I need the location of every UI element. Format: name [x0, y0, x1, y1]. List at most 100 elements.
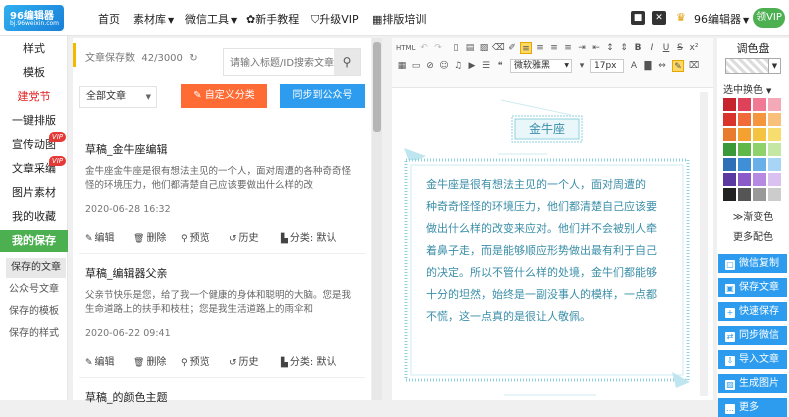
editor-scrollbar[interactable]	[700, 92, 708, 396]
color-swatch[interactable]	[738, 158, 751, 171]
color-swatch[interactable]	[738, 173, 751, 186]
category-action[interactable]: ▙ 分类: 默认	[281, 229, 336, 244]
color-swatch[interactable]	[768, 113, 781, 126]
get-vip-button[interactable]: 领VIP	[753, 8, 785, 28]
color-swatch[interactable]	[738, 143, 751, 156]
background-color-icon[interactable]: ▇	[642, 60, 654, 72]
close-box-icon[interactable]: ✕	[652, 11, 666, 25]
panel-scrollbar[interactable]	[372, 38, 382, 400]
nav-materials[interactable]: 素材库 ▼	[133, 11, 174, 27]
quote-icon[interactable]: ❝	[494, 60, 506, 72]
color-swatch[interactable]	[753, 98, 766, 111]
nav-upgrade-vip[interactable]: ⛉升级VIP	[311, 11, 359, 27]
edit-action[interactable]: ✎ 编辑	[85, 229, 115, 244]
color-swatch[interactable]	[723, 158, 736, 171]
video-icon[interactable]: ▶	[466, 60, 478, 72]
color-swatch[interactable]	[768, 98, 781, 111]
table-icon[interactable]: ▦	[396, 60, 408, 72]
gradient-color-link[interactable]: ≫渐变色	[717, 208, 789, 223]
new-doc-icon[interactable]: ▯	[450, 42, 462, 54]
texture-picker[interactable]	[725, 58, 769, 74]
color-swatch[interactable]	[753, 188, 766, 201]
custom-category-button[interactable]: ✎ 自定义分类	[181, 84, 267, 108]
color-swatch[interactable]	[738, 98, 751, 111]
color-swatch[interactable]	[753, 143, 766, 156]
edit-action[interactable]: ✎ 编辑	[85, 353, 115, 368]
divider-icon[interactable]: ▭	[410, 60, 422, 72]
preview-action[interactable]: ⚲ 预览	[181, 353, 210, 368]
sidebar-item-one-click-layout[interactable]: 一键排版	[0, 110, 68, 132]
user-menu[interactable]: 96编辑器 ▼	[694, 11, 749, 27]
sidebar-item-article-collect[interactable]: 文章采编 VIP	[0, 156, 68, 180]
format-painter-icon[interactable]: ✐	[506, 42, 518, 54]
article-card[interactable]: 草稿_金牛座编辑 金牛座金牛座是很有想法主见的一个人，面对周遭的各种奇奇怪怪的环…	[79, 141, 365, 254]
subitem-official-account-articles[interactable]: 公众号文章	[0, 280, 68, 300]
image-icon[interactable]: ▨	[478, 42, 490, 54]
pen-icon[interactable]: ✎	[672, 60, 684, 72]
sidebar-item-promo-gifs[interactable]: 宣传动图 VIP	[0, 132, 68, 156]
color-swatch[interactable]	[753, 158, 766, 171]
search-input[interactable]	[230, 55, 334, 71]
article-filter-select[interactable]: 全部文章 ▼	[79, 86, 157, 108]
sidebar-item-my-saved[interactable]: 我的保存	[0, 230, 68, 252]
selected-recolor-toggle[interactable]: 选中换色 ▼	[723, 81, 771, 96]
nav-training[interactable]: ▦排版培训	[372, 11, 426, 27]
article-card[interactable]: 草稿_的颜色主题	[79, 389, 365, 409]
indent-icon[interactable]: ⇥	[576, 42, 588, 54]
color-swatch[interactable]	[738, 113, 751, 126]
justify-icon[interactable]: ≡	[562, 42, 574, 54]
article-title[interactable]: 草稿_金牛座编辑	[85, 141, 168, 157]
color-swatch[interactable]	[723, 143, 736, 156]
italic-icon[interactable]: I	[646, 42, 658, 54]
font-color-icon[interactable]: A	[628, 60, 640, 72]
color-swatch[interactable]	[768, 128, 781, 141]
sidebar-item-styles[interactable]: 样式	[0, 38, 68, 60]
font-family-select[interactable]: 微软雅黑 ▼	[510, 59, 572, 73]
font-size-select[interactable]: 17px	[590, 59, 624, 73]
color-swatch[interactable]	[738, 188, 751, 201]
sidebar-item-images[interactable]: 图片素材	[0, 182, 68, 204]
align-center-icon[interactable]: ≡	[534, 42, 546, 54]
sidebar-item-templates[interactable]: 模板	[0, 62, 68, 84]
history-action[interactable]: ↺ 历史	[229, 353, 259, 368]
html-source-button[interactable]: HTML	[396, 42, 415, 54]
emoji-icon[interactable]: ☺	[438, 60, 450, 72]
quick-save-button[interactable]: + 快速保存	[718, 302, 787, 321]
outdent-icon[interactable]: ⇤	[590, 42, 602, 54]
color-swatch[interactable]	[768, 188, 781, 201]
color-swatch[interactable]	[723, 128, 736, 141]
clear-format-icon[interactable]: ⌫	[492, 42, 505, 54]
link-icon[interactable]: ⊘	[424, 60, 436, 72]
preview-action[interactable]: ⚲ 预览	[181, 229, 210, 244]
nav-wechat-tools[interactable]: 微信工具 ▼	[185, 11, 237, 27]
search-button[interactable]: ⚲	[334, 49, 360, 75]
align-left-icon[interactable]: ≡	[520, 42, 532, 54]
save-article-button[interactable]: ▣ 保存文章	[718, 278, 787, 297]
subitem-saved-templates[interactable]: 保存的模板	[0, 302, 68, 322]
article-title[interactable]: 草稿_的颜色主题	[85, 389, 168, 405]
caret-down-icon[interactable]: ▼	[769, 58, 781, 74]
category-action[interactable]: ▙ 分类: 默认	[281, 353, 336, 368]
bold-icon[interactable]: B	[632, 42, 644, 54]
strikethrough-icon[interactable]: S	[674, 42, 686, 54]
nav-tutorial[interactable]: ✿新手教程	[246, 11, 299, 27]
article-card[interactable]: 草稿_编辑器父亲 父亲节快乐是您，给了我一个健康的身体和聪明的大脑。您是我生命道…	[79, 265, 365, 378]
template-icon[interactable]: ▤	[464, 42, 476, 54]
color-swatch[interactable]	[753, 113, 766, 126]
superscript-icon[interactable]: x²	[688, 42, 700, 54]
refresh-icon[interactable]: ↻	[189, 53, 197, 64]
eraser-icon[interactable]: ⌧	[688, 60, 700, 72]
history-action[interactable]: ↺ 历史	[229, 229, 259, 244]
list-icon[interactable]: ☰	[480, 60, 492, 72]
delete-action[interactable]: 🗑 删除	[133, 229, 166, 244]
underline-icon[interactable]: U	[660, 42, 672, 54]
more-colors-link[interactable]: 更多配色	[717, 228, 789, 243]
color-swatch[interactable]	[723, 98, 736, 111]
color-swatch[interactable]	[768, 173, 781, 186]
logo[interactable]: 96编辑器 bj.96weixin.com	[4, 5, 64, 31]
nav-home[interactable]: 首页	[98, 11, 120, 27]
subitem-saved-styles[interactable]: 保存的样式	[0, 324, 68, 344]
letter-spacing-icon[interactable]: ⇔	[656, 60, 668, 72]
color-swatch[interactable]	[723, 173, 736, 186]
color-swatch[interactable]	[723, 113, 736, 126]
